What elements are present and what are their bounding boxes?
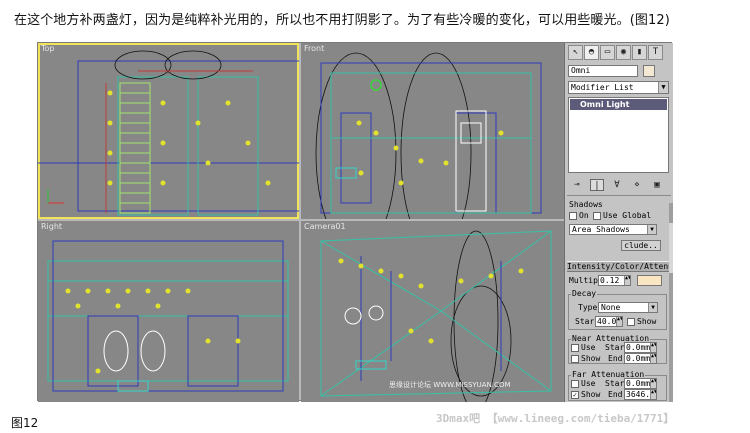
utilities-tab-icon[interactable]: T (648, 45, 663, 60)
checkbox-box (571, 343, 579, 352)
checkbox-box (593, 211, 601, 220)
far-show-checkbox[interactable]: ✓ Show (571, 390, 600, 400)
shadows-group-label: Shadows (569, 200, 603, 209)
near-show-checkbox[interactable]: Show (571, 354, 600, 364)
decay-type-value: None (601, 303, 621, 312)
near-use-label: Use (581, 343, 596, 352)
intensity-color-attenuation-rollout[interactable]: Intensity/Color/Attenuat (567, 261, 670, 272)
shadows-on-label: On (579, 211, 589, 220)
front-view-wireframe (315, 52, 542, 219)
source-watermark: 3Dmax吧 【www.lineeg.com/tieba/1771】 (436, 412, 675, 425)
command-panel: ↖ ◓ ▭ ◉ ▮ T Omni Modifier List ▼ Omni Li… (564, 43, 673, 402)
checkbox-box (627, 317, 635, 326)
decay-group-label: Decay (571, 289, 598, 299)
remove-modifier-icon[interactable]: ⋄ (630, 179, 644, 191)
viewport-label-top: Top (41, 44, 55, 53)
checkbox-box (571, 354, 579, 363)
near-end-value: 0.0mm (626, 354, 651, 363)
near-start-value: 0.0mm (626, 343, 651, 352)
configure-sets-icon[interactable]: ▣ (650, 179, 664, 191)
near-use-checkbox[interactable]: Use (571, 343, 595, 353)
near-show-label: Show (581, 354, 601, 363)
display-tab-icon[interactable]: ▮ (632, 45, 647, 60)
command-panel-scrollbar[interactable] (669, 203, 673, 402)
checkbox-box (571, 379, 579, 388)
3dsmax-window: Top Front Right Camera01 思缘设计论坛 WWW.MISS… (37, 42, 673, 402)
multiplier-spinner[interactable]: 0.12 ▲▼ (598, 275, 631, 286)
spinner-arrows-icon: ▲▼ (650, 343, 656, 352)
motion-tab-icon[interactable]: ◉ (616, 45, 631, 60)
spinner-arrows-icon: ▲▼ (624, 276, 630, 285)
near-end-label: End (608, 354, 623, 363)
shadows-on-checkbox[interactable]: On (569, 211, 589, 221)
near-start-label: Star (605, 343, 625, 352)
spinner-arrows-icon: ▲▼ (650, 379, 656, 388)
right-view-wireframe (47, 240, 289, 392)
hierarchy-tab-icon[interactable]: ▭ (600, 45, 615, 60)
viewport-label-camera: Camera01 (304, 222, 346, 231)
far-use-label: Use (581, 379, 596, 388)
near-start-spinner[interactable]: 0.0mm ▲▼ (624, 342, 657, 353)
far-use-checkbox[interactable]: Use (571, 379, 595, 389)
modifier-stack[interactable]: Omni Light (568, 97, 669, 173)
decay-show-label: Show (637, 317, 657, 326)
show-end-result-icon[interactable]: | (590, 179, 604, 191)
decay-show-checkbox[interactable]: Show (627, 317, 656, 327)
pin-stack-icon[interactable]: ⊸ (570, 179, 584, 191)
use-global-label: Use Global (603, 211, 652, 220)
object-name-field[interactable]: Omni (568, 65, 638, 77)
far-start-label: Star (605, 379, 625, 388)
chevron-down-icon: ▼ (648, 303, 657, 312)
chevron-down-icon: ▼ (658, 82, 668, 93)
modify-tab-icon[interactable]: ◓ (584, 45, 599, 60)
camera-view-wireframe (320, 230, 552, 402)
create-tab-icon[interactable]: ↖ (568, 45, 583, 60)
stack-item-omni-light[interactable]: Omni Light (570, 99, 667, 110)
object-color-swatch[interactable] (643, 65, 655, 77)
far-start-spinner[interactable]: 0.0mm ▲▼ (624, 378, 657, 389)
decay-type-label: Type (578, 303, 598, 312)
decay-start-value: 40.0 (597, 317, 617, 326)
modifier-list-label: Modifier List (571, 83, 634, 92)
shadow-type-value: Area Shadows (572, 225, 630, 234)
far-end-spinner[interactable]: 3646.0 ▲▼ (624, 389, 657, 400)
top-view-wireframe (38, 50, 299, 216)
viewport-label-right: Right (41, 222, 63, 231)
spinner-arrows-icon: ▲▼ (650, 390, 656, 399)
light-color-swatch[interactable] (637, 275, 662, 286)
modifier-list-dropdown[interactable]: Modifier List ▼ (568, 81, 669, 94)
multiplier-label: Multip (569, 276, 598, 285)
make-unique-icon[interactable]: ∀ (610, 179, 624, 191)
decay-start-label: Star (575, 317, 595, 326)
exclude-button[interactable]: clude.. (621, 240, 661, 251)
decay-type-dropdown[interactable]: None ▼ (598, 302, 658, 313)
panel-divider (567, 195, 671, 196)
viewport-camera-watermark: 思缘设计论坛 WWW.MISSYUAN.COM (389, 381, 511, 389)
viewport-top[interactable]: Top (38, 43, 299, 219)
stack-tools: ⊸ | ∀ ⋄ ▣ (570, 179, 664, 191)
viewport-label-front: Front (304, 44, 325, 53)
chevron-down-icon: ▼ (647, 225, 656, 234)
viewport-camera[interactable]: Camera01 思缘设计论坛 WWW.MISSYUAN.COM (301, 221, 564, 402)
viewport-right[interactable]: Right (38, 221, 299, 402)
far-end-label: End (608, 390, 623, 399)
spinner-arrows-icon: ▲▼ (650, 354, 656, 363)
multiplier-value: 0.12 (600, 276, 620, 285)
spinner-arrows-icon: ▲▼ (616, 317, 622, 326)
far-start-value: 0.0mm (626, 379, 651, 388)
command-panel-tabs: ↖ ◓ ▭ ◉ ▮ T (568, 45, 663, 61)
figure-label: 图12 (11, 416, 39, 430)
decay-start-spinner[interactable]: 40.0 ▲▼ (595, 316, 623, 327)
use-global-checkbox[interactable]: Use Global (593, 211, 651, 221)
near-end-spinner[interactable]: 0.0mm ▲▼ (624, 353, 657, 364)
tutorial-caption: 在这个地方补两盏灯，因为是纯粹补光用的，所以也不用打阴影了。为了有些冷暖的变化，… (14, 13, 670, 28)
viewport-front[interactable]: Front (301, 43, 564, 219)
shadow-type-dropdown[interactable]: Area Shadows ▼ (569, 224, 657, 235)
scrollbar-thumb[interactable] (669, 223, 673, 273)
checkmark-icon: ✓ (571, 390, 579, 399)
far-show-label: Show (581, 390, 601, 399)
checkbox-box (569, 211, 577, 220)
